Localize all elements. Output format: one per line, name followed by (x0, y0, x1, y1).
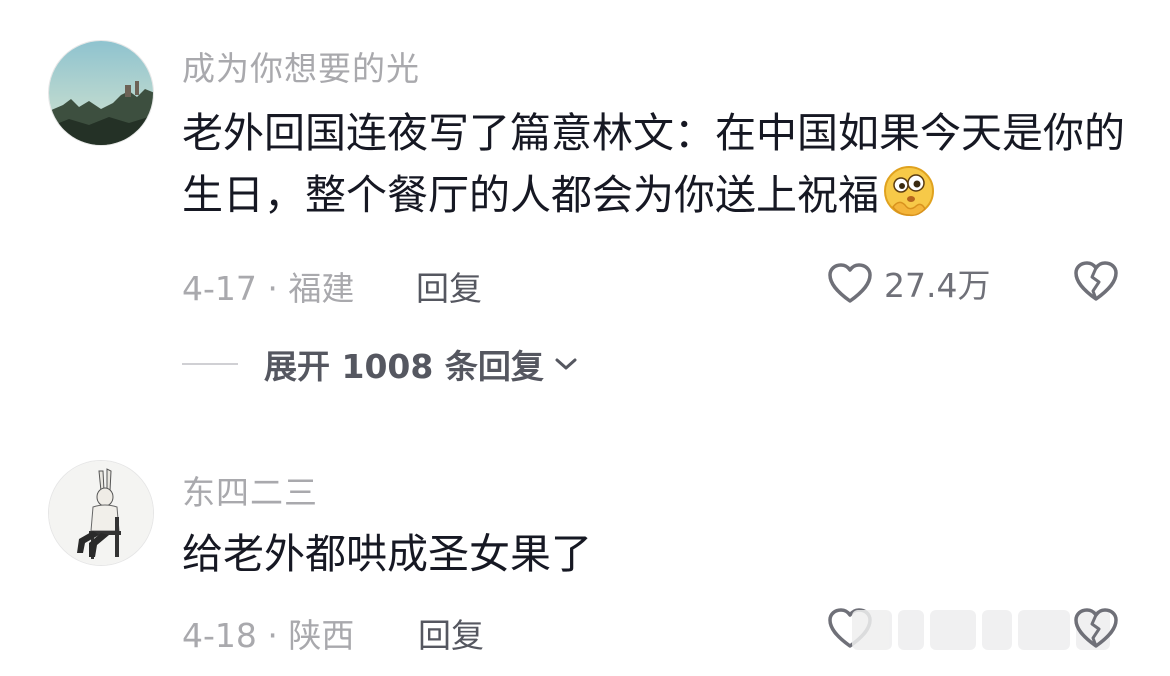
avatar[interactable] (48, 40, 154, 146)
expand-divider-line (182, 363, 238, 365)
expand-replies-label: 展开 1008 条回复 (264, 347, 544, 386)
avatar[interactable] (48, 460, 154, 566)
username[interactable]: 东四二三 (182, 466, 318, 514)
expand-replies-button[interactable]: 展开 1008 条回复 (182, 340, 580, 388)
like-button[interactable]: 27.4万 (826, 259, 990, 307)
broken-heart-icon (1074, 261, 1118, 301)
reply-button[interactable]: 回复 (416, 262, 482, 310)
comment-text: 给老外都哄成圣女果了 (182, 530, 592, 578)
comment-text-body: 老外回国连夜写了篇意林文：在中国如果今天是你的生日，整个餐厅的人都会为你送上祝福 (182, 109, 1125, 219)
heart-outline-icon (828, 263, 872, 303)
reply-button[interactable]: 回复 (418, 609, 484, 657)
shy-thinking-emoji-icon (884, 166, 934, 217)
broken-heart-icon (1074, 608, 1118, 648)
dislike-button[interactable] (1072, 606, 1120, 654)
comment-meta: 4-18 · 陕西 (182, 616, 355, 655)
dislike-button[interactable] (1072, 259, 1120, 307)
avatar-rabbit-figure-image (49, 461, 153, 565)
username[interactable]: 成为你想要的光 (182, 42, 420, 90)
chevron-down-icon (555, 358, 577, 370)
avatar-landscape-image (49, 41, 153, 145)
comment-meta: 4-17 · 福建 (182, 269, 355, 308)
like-count: 27.4万 (884, 266, 991, 305)
comment-text: 老外回国连夜写了篇意林文：在中国如果今天是你的生日，整个餐厅的人都会为你送上祝福 (182, 103, 1132, 225)
